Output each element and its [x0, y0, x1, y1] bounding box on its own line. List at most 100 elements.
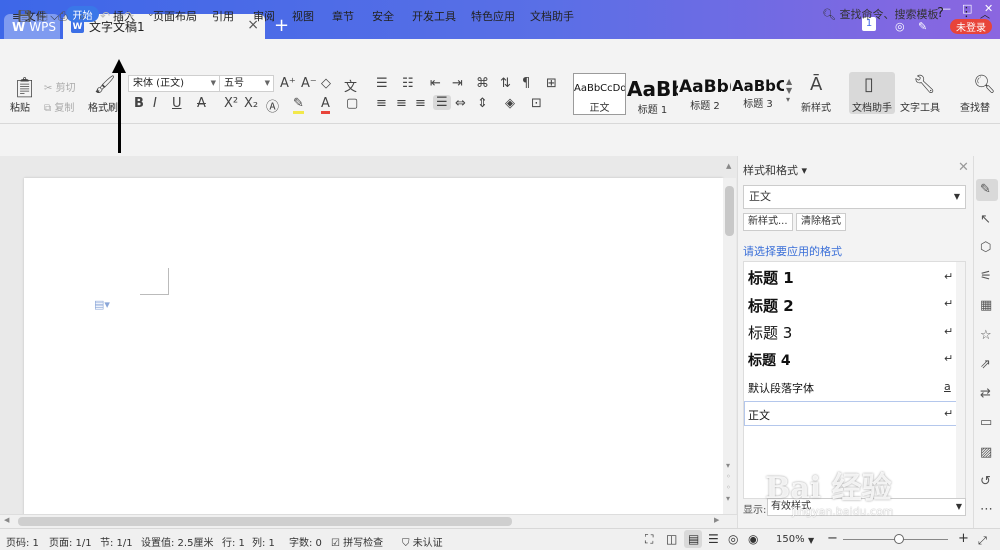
char-border-icon[interactable]: ▢ [346, 96, 358, 111]
eye-protection-icon[interactable]: ◉ [748, 532, 758, 546]
style-item-normal[interactable]: 正文 [748, 407, 770, 423]
style-heading2[interactable]: AaBb( 标题 2 [679, 73, 731, 115]
outline-icon[interactable]: ☰ [708, 532, 719, 546]
highlight-icon[interactable]: ✎ [293, 96, 304, 114]
redo-icon[interactable]: ↷ [124, 9, 134, 23]
save-icon[interactable]: 💾︎ [17, 9, 32, 23]
help-icon[interactable]: ? [937, 6, 944, 21]
scroll-up-icon[interactable]: ▲ [726, 162, 731, 170]
distributed-icon[interactable]: ⇔ [455, 96, 466, 111]
vertical-scroll-thumb[interactable] [725, 186, 734, 236]
style-item-heading3[interactable]: 标题 3 [748, 322, 792, 343]
certification-status[interactable]: ⛉ 未认证 [402, 534, 443, 549]
status-page-number[interactable]: 页码: 1 [6, 534, 39, 549]
menu-chapter[interactable]: 章节 [332, 8, 354, 24]
new-style-label[interactable]: 新样式 [801, 99, 831, 114]
numbered-list-icon[interactable]: ☷ [402, 76, 414, 91]
grow-font-icon[interactable]: A⁺ [280, 76, 296, 91]
archive-icon[interactable]: ▭ [980, 415, 992, 430]
zoom-in-icon[interactable]: + [958, 531, 969, 546]
zoom-level[interactable]: 150% [776, 534, 805, 545]
borders-icon[interactable]: ⊡ [531, 96, 542, 111]
bullet-list-icon[interactable]: ☰ [376, 76, 388, 91]
print-preview-icon[interactable]: ⌕ [79, 9, 86, 24]
browse-object-icon[interactable]: ▾ ◦ ◦ ▾ [726, 460, 731, 504]
zoom-slider-handle[interactable] [894, 534, 904, 544]
find-icon[interactable]: 🔍︎ [973, 74, 996, 95]
select-icon[interactable]: ↖ [980, 212, 991, 227]
cut-button[interactable]: ✂ 剪切 [44, 79, 76, 94]
style-item-default-font[interactable]: 默认段落字体 [748, 380, 814, 396]
document-page[interactable]: ▤▾ [24, 178, 723, 516]
undo-icon[interactable]: ↶ [100, 9, 110, 23]
styles-scroll-icon[interactable]: ▲ ▼ ▾ [786, 77, 792, 104]
menu-security[interactable]: 安全 [372, 8, 394, 24]
star-icon[interactable]: ☆ [980, 328, 992, 343]
new-style-button[interactable]: 新样式... [743, 213, 793, 231]
styles-pane-icon[interactable]: ✎ [980, 182, 991, 197]
zoom-dropdown-icon[interactable]: ▼ [808, 536, 814, 545]
collapse-ribbon-icon[interactable]: ︿ [980, 6, 990, 21]
font-size-select[interactable]: 五号 ▼ [219, 75, 274, 92]
status-pages[interactable]: 页面: 1/1 [49, 534, 92, 549]
new-style-icon[interactable]: Ā [810, 74, 822, 95]
shapes-icon[interactable]: ⬡ [980, 240, 991, 255]
scroll-right-icon[interactable]: ▶ [714, 516, 719, 524]
align-right-icon[interactable]: ≡ [415, 96, 426, 111]
history-icon[interactable]: ↺ [980, 474, 991, 489]
print-layout-icon[interactable]: ▤ [688, 532, 699, 546]
style-item-heading4[interactable]: 标题 4 [748, 350, 791, 370]
clear-format-button[interactable]: 清除格式 [796, 213, 846, 231]
output-pdf-icon[interactable]: ⎘ [38, 9, 48, 24]
share-icon[interactable]: ⇗ [980, 357, 991, 372]
chinese-layout-icon[interactable]: ⌘ [476, 76, 489, 91]
style-normal[interactable]: AaBbCcDd 正文 [573, 73, 626, 115]
paste-options-icon[interactable]: ▤▾ [94, 298, 110, 311]
menu-view[interactable]: 视图 [292, 8, 314, 24]
menu-dev-tools[interactable]: 开发工具 [412, 8, 456, 24]
status-word-count[interactable]: 字数: 0 [289, 534, 322, 549]
menu-references[interactable]: 引用 [212, 8, 234, 24]
fit-page-icon[interactable]: ⤢ [978, 534, 987, 548]
web-layout-icon[interactable]: ◎ [728, 532, 738, 546]
strikethrough-icon[interactable]: A [197, 96, 206, 111]
close-icon[interactable]: ✕ [958, 160, 969, 175]
image-icon[interactable]: ▨ [980, 445, 992, 460]
align-center-icon[interactable]: ≡ [396, 96, 407, 111]
wrench-icon[interactable]: 🔧︎ [913, 74, 936, 95]
bold-icon[interactable]: B [134, 96, 144, 111]
print-icon[interactable]: ⎙ [58, 9, 68, 24]
menu-doc-helper[interactable]: 文档助手 [530, 8, 574, 24]
subscript-icon[interactable]: X₂ [244, 96, 258, 111]
shrink-font-icon[interactable]: A⁻ [301, 76, 317, 91]
table-icon[interactable]: ⊞ [546, 76, 557, 91]
adjust-icon[interactable]: ⚟ [980, 269, 992, 284]
status-section[interactable]: 节: 1/1 [100, 534, 133, 549]
status-setting[interactable]: 设置值: 2.5厘米 [141, 534, 213, 549]
styles-list-scrollbar[interactable] [956, 262, 965, 498]
clear-format-icon[interactable]: ◇ [321, 76, 331, 91]
menu-page-layout[interactable]: 页面布局 [153, 8, 197, 24]
shading-icon[interactable]: ◈ [505, 96, 515, 111]
underline-icon[interactable]: U [172, 96, 182, 111]
increase-indent-icon[interactable]: ⇥ [452, 76, 463, 91]
text-effect-icon[interactable]: Ⓐ [266, 96, 279, 115]
copy-button[interactable]: ⧉ 复制 [44, 99, 74, 114]
reading-mode-icon[interactable]: ◫ [666, 532, 677, 546]
font-color-icon[interactable]: A [321, 96, 330, 114]
style-heading1[interactable]: AaBb 标题 1 [627, 73, 678, 116]
current-style-select[interactable]: 正文 ▼ [743, 185, 966, 209]
sort-icon[interactable]: ⇅ [500, 76, 511, 91]
phonetic-icon[interactable]: 文 [344, 76, 357, 95]
new-tab-button[interactable]: + [274, 15, 289, 36]
italic-icon[interactable]: I [153, 96, 157, 111]
status-col[interactable]: 列: 1 [252, 534, 275, 549]
more-icon[interactable]: ⋯ [980, 502, 993, 517]
fullscreen-icon[interactable]: ⛶ [645, 532, 653, 547]
spell-check-button[interactable]: ☑ 拼写检查 [331, 534, 383, 549]
align-left-icon[interactable]: ≡ [376, 96, 387, 111]
styles-pane-title[interactable]: 样式和格式 ▾ [743, 162, 807, 178]
font-name-select[interactable]: 宋体 (正文) ▼ [128, 75, 220, 92]
scroll-left-icon[interactable]: ◀ [4, 516, 9, 524]
style-item-heading1[interactable]: 标题 1 [748, 267, 794, 288]
